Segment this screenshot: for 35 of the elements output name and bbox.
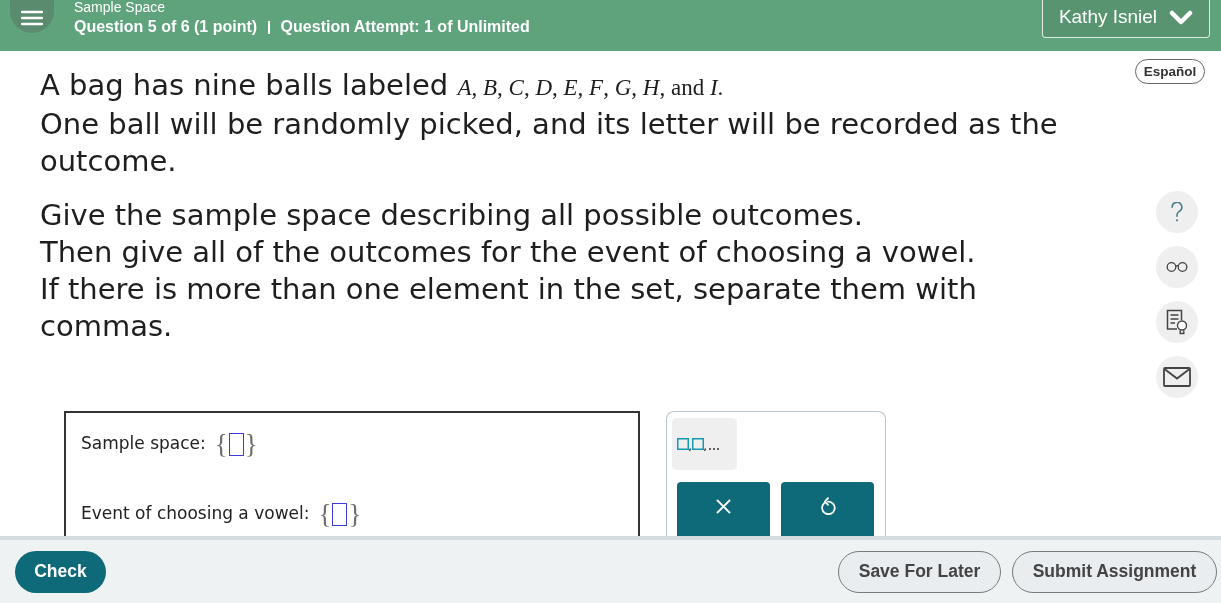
menu-button[interactable] (10, 0, 54, 33)
attempt-info: Question Attempt: 1 of Unlimited (280, 17, 530, 37)
user-menu-button[interactable]: Kathy Isniel (1042, 0, 1210, 38)
document-lightbulb-icon (1166, 309, 1188, 335)
assignment-title: Sample Space (74, 0, 167, 14)
question-text: If there is more than one element in the set, separate them with commas. (40, 271, 978, 345)
help-icon (1171, 202, 1183, 222)
hint-button[interactable] (1156, 301, 1198, 343)
question-number-text: Question 5 of 6 (1 point) (74, 17, 258, 37)
open-brace: { (318, 501, 332, 527)
open-brace: { (214, 431, 228, 457)
question-text: One ball will be randomly picked, and its letter will be recorded as the outcome. (40, 106, 1059, 180)
glasses-icon (1166, 262, 1188, 272)
message-button[interactable] (1156, 356, 1198, 398)
save-later-button[interactable]: Save For Later (838, 550, 1001, 593)
question-text: A bag has nine balls labeled A, B, C, D, E, F, G, H, and I. (40, 67, 725, 104)
submit-button[interactable]: Submit Assignment (1012, 550, 1217, 593)
answer-label: Event of choosing a vowel: (81, 502, 310, 526)
glasses-button[interactable] (1156, 246, 1198, 288)
template-button[interactable] (672, 418, 737, 470)
answer-label: Sample space: (81, 432, 206, 456)
answer-box[interactable] (228, 432, 244, 456)
mail-icon (1163, 367, 1191, 387)
language-button[interactable]: Español (1135, 59, 1205, 84)
chevron-down-icon (1169, 9, 1194, 26)
question-text: Then give all of the outcomes for the event of choosing a vowel. (40, 234, 977, 271)
close-brace: } (348, 501, 362, 527)
check-button[interactable]: Check (15, 550, 106, 593)
menu-icon (21, 9, 43, 26)
answer-box[interactable] (332, 502, 348, 526)
help-button[interactable] (1156, 191, 1198, 233)
close-brace: } (244, 431, 258, 457)
x-icon (716, 498, 731, 514)
undo-icon (819, 497, 836, 515)
question-text: Give the sample space describing all possible outcomes. (40, 197, 864, 234)
